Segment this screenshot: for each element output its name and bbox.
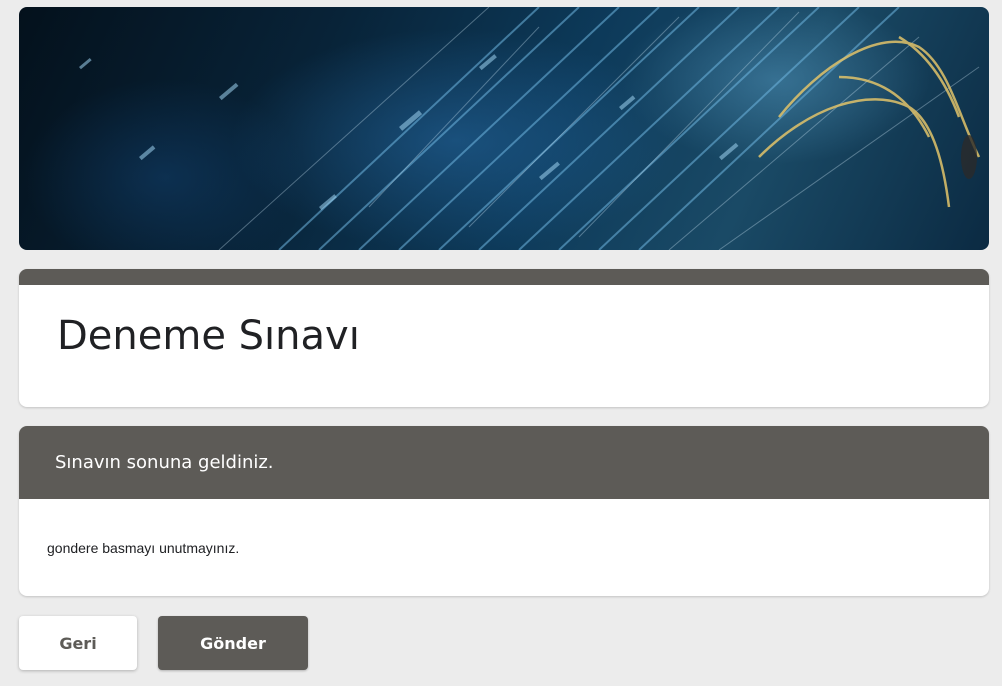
section-title: Sınavın sonuna geldiniz. — [55, 452, 274, 473]
back-button[interactable]: Geri — [19, 616, 137, 670]
section-card: Sınavın sonuna geldiniz. gondere basmayı… — [19, 426, 989, 596]
form-page: Deneme Sınavı Sınavın sonuna geldiniz. g… — [0, 0, 1002, 686]
theme-accent-bar — [19, 269, 989, 285]
header-banner-image — [19, 7, 989, 250]
form-title: Deneme Sınavı — [57, 313, 360, 359]
form-title-card: Deneme Sınavı — [19, 269, 989, 407]
submit-button[interactable]: Gönder — [158, 616, 308, 670]
section-header: Sınavın sonuna geldiniz. — [19, 426, 989, 499]
section-description: gondere basmayı unutmayınız. — [47, 540, 240, 556]
fiber-optic-network-image — [79, 7, 981, 250]
